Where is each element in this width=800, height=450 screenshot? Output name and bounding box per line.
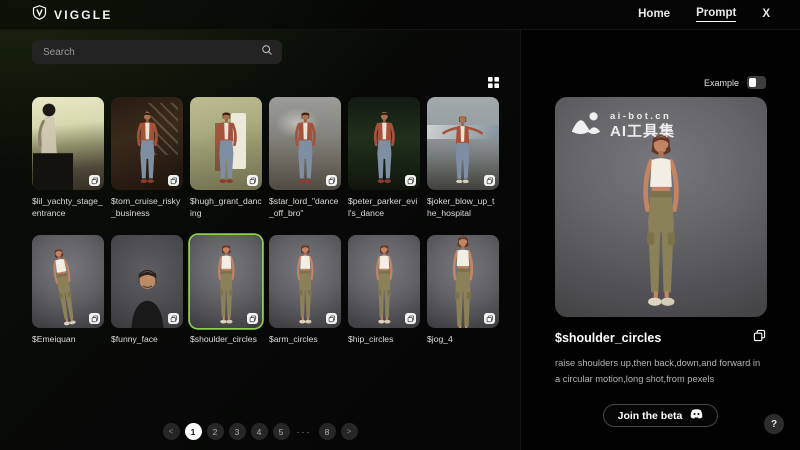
template-thumbnail[interactable] xyxy=(269,97,341,190)
copy-icon[interactable] xyxy=(89,175,100,186)
search-input[interactable] xyxy=(43,47,261,58)
copy-icon[interactable] xyxy=(89,313,100,324)
grid-view-icon[interactable] xyxy=(487,76,500,90)
example-label: Example xyxy=(704,78,739,88)
template-thumbnail[interactable] xyxy=(190,97,262,190)
view-toolbar xyxy=(32,76,500,90)
template-label: $tom_cruise_risky_business xyxy=(111,196,183,219)
template-thumbnail[interactable] xyxy=(348,97,420,190)
template-thumbnail[interactable] xyxy=(269,235,341,328)
template-card[interactable]: $hugh_grant_dancing xyxy=(190,97,262,219)
pagination-next[interactable]: > xyxy=(341,423,358,440)
template-thumbnail[interactable] xyxy=(348,235,420,328)
viggle-logo-icon xyxy=(32,5,47,25)
copy-icon[interactable] xyxy=(484,313,495,324)
copy-icon[interactable] xyxy=(326,175,337,186)
template-thumbnail[interactable] xyxy=(111,97,183,190)
copy-icon[interactable] xyxy=(484,175,495,186)
template-label: $jog_4 xyxy=(427,334,499,346)
template-card[interactable]: $star_lord_"dance_off_bro" xyxy=(269,97,341,219)
search-icon[interactable] xyxy=(261,43,273,61)
pagination-ellipsis: ··· xyxy=(297,427,312,437)
copy-icon[interactable] xyxy=(405,175,416,186)
brand[interactable]: VIGGLE xyxy=(32,5,113,25)
join-beta-button[interactable]: Join the beta xyxy=(603,404,719,427)
template-thumbnail[interactable] xyxy=(427,235,499,328)
detail-panel: Example ai-bot.cn AI工具集 $sh xyxy=(520,30,800,450)
example-row: Example xyxy=(555,76,766,89)
top-bar: VIGGLE Home Prompt X xyxy=(0,0,800,30)
brand-name: VIGGLE xyxy=(54,8,113,22)
copy-icon[interactable] xyxy=(247,313,258,324)
detail-title: $shoulder_circles xyxy=(555,331,661,345)
nav-prompt[interactable]: Prompt xyxy=(696,7,736,22)
pagination-page-5[interactable]: 5 xyxy=(273,423,290,440)
pagination-page-3[interactable]: 3 xyxy=(229,423,246,440)
preview-card: ai-bot.cn AI工具集 xyxy=(555,97,767,317)
preview-person-image xyxy=(628,131,694,309)
join-beta-label: Join the beta xyxy=(618,410,683,422)
template-label: $hip_circles xyxy=(348,334,420,346)
gallery-panel: $lil_yachty_stage_entrance $tom_cruise_r… xyxy=(0,30,520,450)
template-grid: $lil_yachty_stage_entrance $tom_cruise_r… xyxy=(32,97,500,346)
copy-icon[interactable] xyxy=(405,313,416,324)
template-label: $funny_face xyxy=(111,334,183,346)
pagination: <12345 ··· 8 > xyxy=(0,423,520,440)
template-label: $Emeiquan xyxy=(32,334,104,346)
search-box[interactable] xyxy=(32,40,282,64)
template-card[interactable]: $peter_parker_evil's_dance xyxy=(348,97,420,219)
template-label: $shoulder_circles xyxy=(190,334,262,346)
example-toggle[interactable] xyxy=(747,76,766,89)
template-card[interactable]: $Emeiquan xyxy=(32,235,104,346)
template-card[interactable]: $shoulder_circles xyxy=(190,235,262,346)
template-label: $lil_yachty_stage_entrance xyxy=(32,196,104,219)
toggle-knob xyxy=(749,78,756,87)
pagination-page-2[interactable]: 2 xyxy=(207,423,224,440)
nav-x[interactable]: X xyxy=(762,8,770,22)
pagination-prev[interactable]: < xyxy=(163,423,180,440)
detail-title-row: $shoulder_circles xyxy=(555,329,766,347)
join-row: Join the beta xyxy=(555,404,766,427)
viggle-app: VIGGLE Home Prompt X xyxy=(0,0,800,450)
template-thumbnail[interactable] xyxy=(32,97,104,190)
pagination-page-8[interactable]: 8 xyxy=(319,423,336,440)
copy-icon[interactable] xyxy=(247,175,258,186)
template-card[interactable]: $funny_face xyxy=(111,235,183,346)
template-card[interactable]: $tom_cruise_risky_business xyxy=(111,97,183,219)
copy-icon[interactable] xyxy=(168,175,179,186)
main-nav: Home Prompt X xyxy=(638,7,770,22)
copy-icon[interactable] xyxy=(168,313,179,324)
discord-icon xyxy=(690,409,703,422)
template-label: $joker_blow_up_the_hospital xyxy=(427,196,499,219)
template-thumbnail[interactable] xyxy=(427,97,499,190)
template-card[interactable]: $lil_yachty_stage_entrance xyxy=(32,97,104,219)
template-thumbnail[interactable] xyxy=(111,235,183,328)
nav-home[interactable]: Home xyxy=(638,8,670,22)
prompt-description: raise shoulders up,then back,down,and fo… xyxy=(555,356,766,387)
pagination-page-1[interactable]: 1 xyxy=(185,423,202,440)
template-card[interactable]: $joker_blow_up_the_hospital xyxy=(427,97,499,219)
pagination-page-4[interactable]: 4 xyxy=(251,423,268,440)
template-card[interactable]: $jog_4 xyxy=(427,235,499,346)
template-label: $arm_circles xyxy=(269,334,341,346)
template-card[interactable]: $hip_circles xyxy=(348,235,420,346)
watermark-domain: ai-bot.cn xyxy=(610,112,675,123)
template-label: $peter_parker_evil's_dance xyxy=(348,196,420,219)
ai-bot-logo-icon xyxy=(570,110,602,142)
template-label: $star_lord_"dance_off_bro" xyxy=(269,196,341,219)
copy-prompt-icon[interactable] xyxy=(753,329,766,347)
template-thumbnail[interactable] xyxy=(190,235,262,328)
copy-icon[interactable] xyxy=(326,313,337,324)
template-label: $hugh_grant_dancing xyxy=(190,196,262,219)
template-card[interactable]: $arm_circles xyxy=(269,235,341,346)
help-button[interactable]: ? xyxy=(764,414,784,434)
template-thumbnail[interactable] xyxy=(32,235,104,328)
